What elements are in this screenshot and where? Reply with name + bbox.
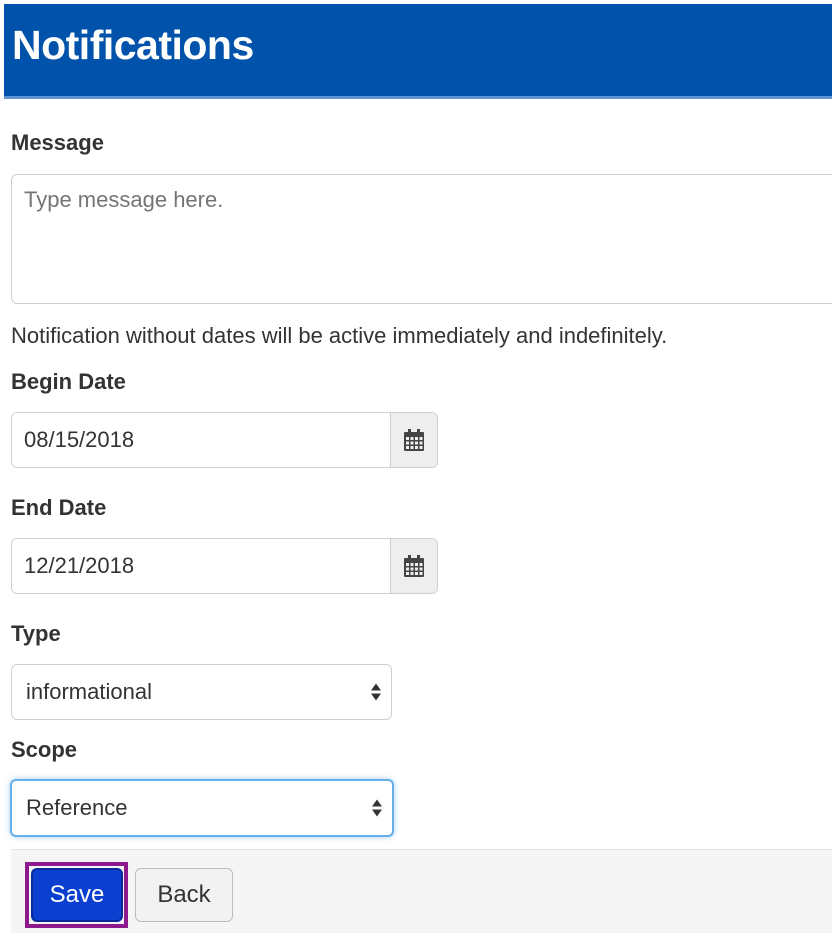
select-arrows-icon — [371, 683, 381, 701]
calendar-icon — [404, 429, 424, 451]
type-select[interactable]: informational — [11, 664, 392, 720]
message-label: Message — [11, 130, 104, 155]
begin-date-group — [11, 412, 438, 468]
end-date-input[interactable] — [12, 539, 390, 593]
begin-date-picker-button[interactable] — [390, 413, 437, 467]
header-divider — [4, 96, 832, 99]
dates-help-text: Notification without dates will be activ… — [11, 323, 668, 348]
end-date-picker-button[interactable] — [390, 539, 437, 593]
calendar-icon — [404, 555, 424, 577]
select-arrows-icon — [372, 799, 382, 817]
scope-select-value: Reference — [26, 795, 128, 820]
scope-select[interactable]: Reference — [10, 779, 394, 837]
end-date-group — [11, 538, 438, 594]
scope-label: Scope — [11, 737, 78, 762]
type-label: Type — [11, 621, 61, 646]
end-date-label: End Date — [11, 495, 107, 520]
save-button[interactable]: Save — [31, 868, 123, 922]
message-input[interactable] — [11, 174, 832, 304]
page-header: Notifications — [4, 4, 832, 96]
back-button[interactable]: Back — [135, 868, 233, 922]
begin-date-label: Begin Date — [11, 369, 126, 394]
type-select-value: informational — [26, 679, 152, 704]
page-title: Notifications — [12, 22, 254, 68]
begin-date-input[interactable] — [12, 413, 390, 467]
